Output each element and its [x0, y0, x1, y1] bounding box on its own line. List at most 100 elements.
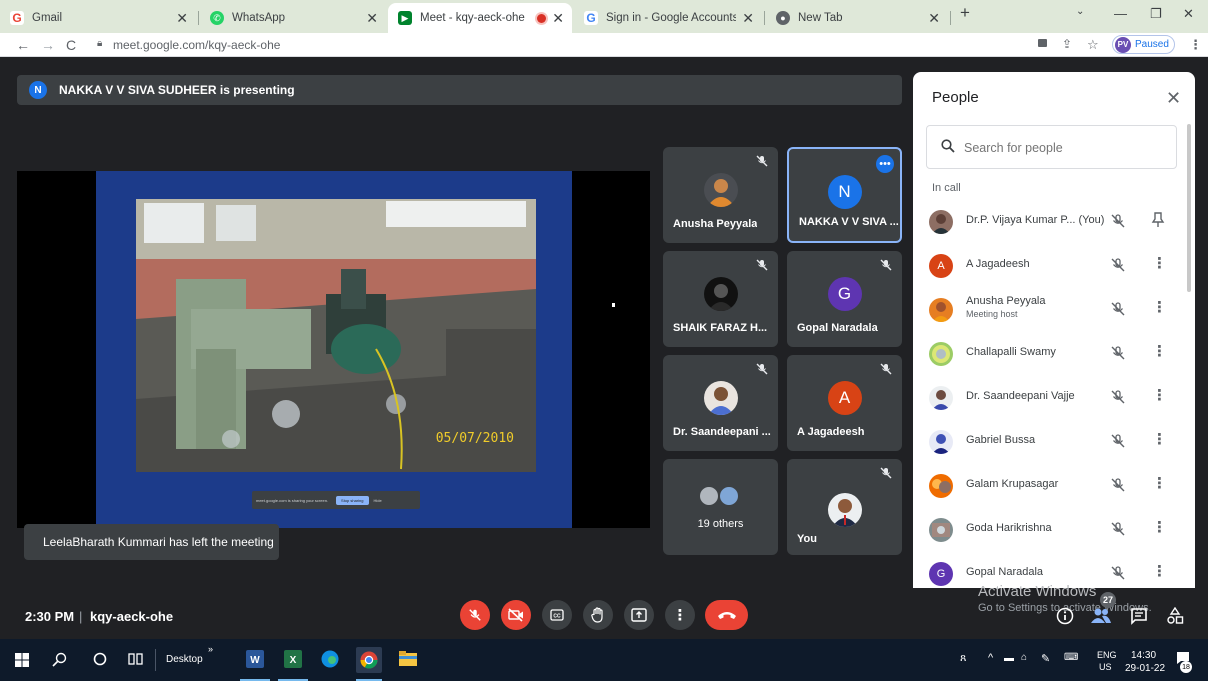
tab-gmail[interactable]: G Gmail ✕ [0, 3, 196, 33]
more-options-icon[interactable]: ••• [876, 155, 894, 173]
share-icon[interactable]: ⇪ [1062, 37, 1072, 51]
participant-tile[interactable]: Anusha Peyyala [663, 147, 778, 243]
chrome-menu-icon[interactable]: ⋮ [1189, 37, 1202, 53]
mic-toggle-button[interactable] [460, 600, 490, 630]
panel-scrollbar[interactable] [1187, 124, 1191, 292]
reload-icon[interactable]: C [66, 37, 76, 53]
shared-screen[interactable]: 05/07/2010 meet.google.com is sharing yo… [17, 171, 650, 528]
mic-off-icon [1110, 433, 1126, 449]
participant-row[interactable]: Dr. Saandeepani Vajje ⋮ [913, 376, 1195, 420]
captions-button[interactable]: CC [542, 600, 572, 630]
chevron-right-icon[interactable]: » [208, 644, 213, 654]
task-view-icon[interactable] [128, 652, 144, 666]
mic-off-icon [468, 608, 482, 622]
others-tile[interactable]: 19 others [663, 459, 778, 555]
participant-row[interactable]: Challapalli Swamy ⋮ [913, 332, 1195, 376]
tab-divider [198, 11, 199, 25]
more-options-icon[interactable]: ⋮ [1152, 300, 1167, 315]
clock-date[interactable]: 29-01-22 [1125, 663, 1165, 674]
participant-tile[interactable]: SHAIK FARAZ H... [663, 251, 778, 347]
avatar [929, 430, 953, 454]
mic-off-icon [1110, 213, 1126, 229]
language-indicator[interactable]: ENG [1097, 650, 1117, 660]
word-icon[interactable]: W [246, 650, 264, 668]
tab-close-icon[interactable]: ✕ [742, 10, 754, 27]
participant-tile[interactable]: Dr. Saandeepani ... [663, 355, 778, 451]
tab-google-accounts[interactable]: G Sign in - Google Accounts ✕ [574, 3, 762, 33]
close-icon[interactable]: ✕ [1166, 88, 1181, 109]
address-bar[interactable]: meet.google.com/kqy-aeck-ohe [113, 38, 280, 52]
self-tile[interactable]: You [787, 459, 902, 555]
more-options-button[interactable]: ⋮ [665, 600, 695, 630]
file-explorer-icon[interactable] [399, 651, 417, 667]
participant-tile[interactable]: G Gopal Naradala [787, 251, 902, 347]
chat-icon[interactable] [1130, 607, 1148, 625]
participant-row[interactable]: Goda Harikrishna ⋮ [913, 508, 1195, 552]
keyboard-layout-indicator[interactable]: US [1099, 662, 1112, 672]
participant-tile[interactable]: ••• N NAKKA V V SIVA ... [787, 147, 902, 243]
participant-row[interactable]: Galam Krupasagar ⋮ [913, 464, 1195, 508]
more-options-icon[interactable]: ⋮ [1152, 344, 1167, 359]
avatar [929, 342, 953, 366]
chrome-taskbar-icon[interactable] [356, 647, 382, 673]
tab-new-tab[interactable]: ● New Tab ✕ [766, 3, 948, 33]
back-icon[interactable]: ← [16, 37, 30, 53]
participant-row[interactable]: Anusha Peyyala Meeting host ⋮ [913, 288, 1195, 332]
more-options-icon[interactable]: ⋮ [1152, 432, 1167, 447]
participant-name: Anusha Peyyala [966, 295, 1046, 307]
network-icon[interactable]: ⌂ [1021, 652, 1027, 663]
search-box[interactable] [926, 125, 1177, 169]
tab-close-icon[interactable]: ✕ [552, 10, 564, 27]
tab-close-icon[interactable]: ✕ [366, 10, 378, 27]
raise-hand-button[interactable] [583, 600, 613, 630]
hand-icon [591, 607, 605, 623]
bookmark-star-icon[interactable]: ☆ [1087, 37, 1099, 53]
people-tray-icon[interactable]: ጸ [960, 652, 966, 665]
keyboard-icon[interactable]: ⌨ [1064, 652, 1078, 663]
desktop-toolbar-label[interactable]: Desktop [166, 654, 203, 665]
tab-close-icon[interactable]: ✕ [928, 10, 940, 27]
presenting-banner: N NAKKA V V SIVA SUDHEER is presenting [17, 75, 902, 105]
present-now-button[interactable] [624, 600, 654, 630]
stop-sharing-button[interactable]: Stop sharing [336, 495, 369, 505]
participant-row[interactable]: A A Jagadeesh ⋮ [913, 244, 1195, 288]
battery-icon[interactable]: ▬ [1004, 653, 1014, 664]
close-window-icon[interactable]: ✕ [1183, 6, 1194, 22]
tab-meet[interactable]: ▶ Meet - kqy-aeck-ohe ✕ [388, 3, 572, 33]
lock-icon[interactable]: 🔒︎ [97, 38, 102, 49]
participant-tile[interactable]: A A Jagadeesh [787, 355, 902, 451]
pen-icon[interactable]: ✎ [1041, 652, 1050, 665]
more-options-icon[interactable]: ⋮ [1152, 256, 1167, 271]
camera-icon[interactable] [1038, 39, 1047, 47]
participant-row[interactable]: Dr.P. Vijaya Kumar P... (You) [913, 200, 1195, 244]
windows-start-icon[interactable] [15, 653, 29, 667]
more-options-icon[interactable]: ⋮ [1152, 520, 1167, 535]
edge-icon[interactable] [321, 650, 339, 668]
pin-icon[interactable] [1151, 212, 1165, 228]
chevron-up-icon[interactable]: ^ [988, 652, 993, 664]
forward-icon[interactable]: → [41, 37, 55, 53]
more-options-icon[interactable]: ⋮ [1152, 564, 1167, 579]
more-options-icon[interactable]: ⋮ [1152, 388, 1167, 403]
cortana-icon[interactable] [93, 652, 107, 666]
tab-whatsapp[interactable]: ✆ WhatsApp ✕ [200, 3, 386, 33]
maximize-icon[interactable]: ❐ [1150, 6, 1162, 22]
activities-icon[interactable] [1166, 607, 1184, 625]
more-options-icon[interactable]: ⋮ [1152, 476, 1167, 491]
leave-call-button[interactable] [705, 600, 748, 630]
participant-name: Dr. Saandeepani Vajje [966, 390, 1075, 402]
meeting-details-icon[interactable] [1056, 607, 1074, 625]
people-icon[interactable] [1091, 607, 1111, 623]
excel-icon[interactable]: X [284, 650, 302, 668]
search-icon[interactable] [52, 652, 67, 667]
new-tab-plus-icon[interactable]: + [960, 3, 970, 23]
profile-button[interactable]: PV Paused [1112, 35, 1175, 54]
camera-toggle-button[interactable] [501, 600, 531, 630]
minimize-icon[interactable]: — [1114, 6, 1127, 21]
search-people-input[interactable] [964, 138, 1164, 158]
tab-search-chevron-icon[interactable]: ⌄ [1076, 6, 1084, 17]
participant-row[interactable]: Gabriel Bussa ⋮ [913, 420, 1195, 464]
clock-time[interactable]: 14:30 [1131, 650, 1156, 661]
hide-share-bar-button[interactable]: Hide [374, 498, 382, 503]
tab-close-icon[interactable]: ✕ [176, 10, 188, 27]
